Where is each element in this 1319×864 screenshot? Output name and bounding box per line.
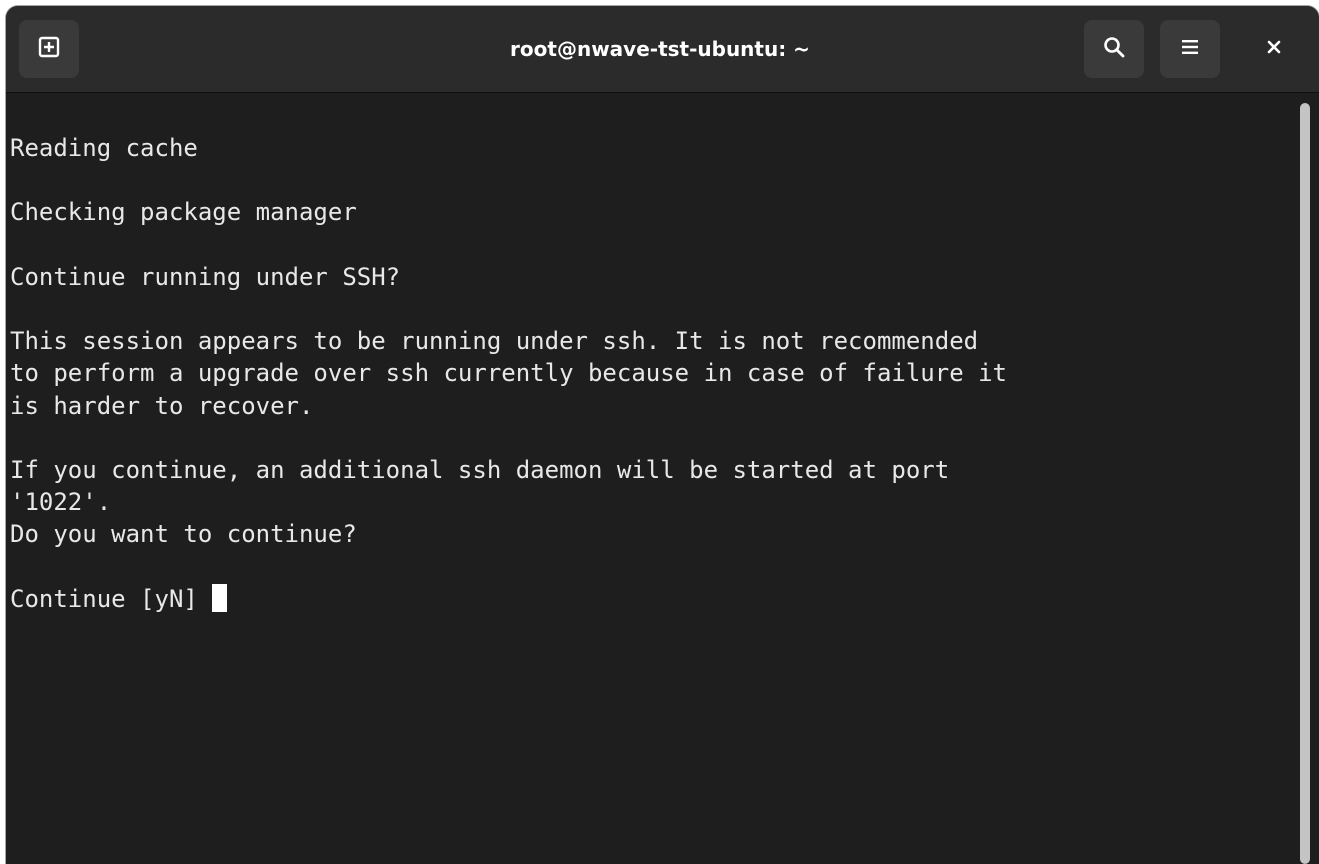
terminal-line: Checking package manager	[10, 198, 357, 227]
terminal-line: '1022'.	[10, 488, 112, 517]
terminal-scrollbar[interactable]	[1300, 103, 1310, 864]
window-title: root@nwave-tst-ubuntu: ~	[510, 37, 810, 61]
close-icon	[1264, 37, 1284, 62]
terminal-line: Reading cache	[10, 134, 198, 162]
terminal-line: If you continue, an additional ssh daemo…	[10, 456, 950, 485]
header-bar: root@nwave-tst-ubuntu: ~	[6, 6, 1319, 93]
terminal-line: is harder to recover.	[10, 391, 314, 420]
terminal-line: This session appears to be running under…	[10, 327, 979, 356]
hamburger-menu-icon	[1179, 36, 1201, 63]
search-icon	[1102, 35, 1126, 64]
terminal-cursor	[212, 583, 228, 612]
terminal-prompt: Continue [yN]	[10, 584, 213, 613]
terminal-line: to perform a upgrade over ssh currently …	[10, 359, 1007, 388]
terminal-output[interactable]: Reading cache Checking package manager C…	[6, 93, 1296, 864]
terminal-line: Continue running under SSH?	[10, 262, 401, 291]
terminal-text: Reading cache Checking package manager C…	[6, 93, 1296, 615]
search-button[interactable]	[1084, 20, 1144, 78]
new-tab-button[interactable]	[19, 20, 79, 78]
terminal-window: root@nwave-tst-ubuntu: ~ Reading cache C…	[6, 6, 1319, 864]
main-menu-button[interactable]	[1160, 20, 1220, 78]
terminal-line: Do you want to continue?	[10, 520, 357, 549]
close-button[interactable]	[1246, 20, 1302, 78]
new-tab-icon	[38, 36, 60, 63]
